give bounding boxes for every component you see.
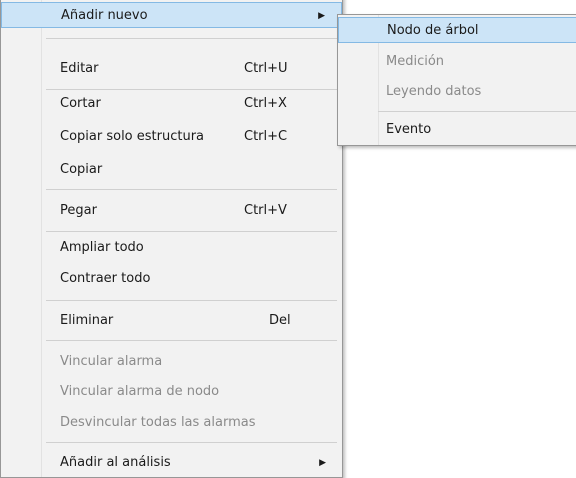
menu-item-collapse-all[interactable]: Contraer todo [1, 266, 342, 292]
menu-separator [46, 442, 337, 443]
menu-separator [46, 89, 337, 90]
menu-item-cut[interactable]: Cortar Ctrl+X [1, 91, 342, 117]
menu-item-copy-structure[interactable]: Copiar solo estructura Ctrl+C [1, 124, 342, 150]
menu-item-label: Ampliar todo [60, 240, 144, 255]
submenu-item-event[interactable]: Evento [338, 117, 576, 143]
menu-item-label: Cortar [60, 96, 101, 111]
submenu-arrow-icon: ▶ [318, 11, 325, 21]
menu-item-copy[interactable]: Copiar [1, 157, 342, 183]
submenu-item-reading-data[interactable]: Leyendo datos [338, 79, 576, 105]
menu-separator [46, 231, 337, 232]
menu-item-label: Medición [386, 54, 445, 69]
menu-item-label: Añadir al análisis [60, 455, 171, 470]
menu-item-paste[interactable]: Pegar Ctrl+V [1, 198, 342, 224]
menu-item-shortcut: Ctrl+U [244, 61, 288, 76]
menu-item-label: Eliminar [60, 313, 114, 328]
menu-item-label: Vincular alarma [60, 354, 163, 369]
menu-item-link-alarm[interactable]: Vincular alarma [1, 349, 342, 375]
menu-item-label: Pegar [60, 203, 97, 218]
submenu-item-measurement[interactable]: Medición [338, 49, 576, 75]
menu-item-label: Desvincular todas las alarmas [60, 415, 256, 430]
menu-item-label: Copiar [60, 162, 103, 177]
menu-item-add-new[interactable]: Añadir nuevo ▶ [1, 2, 342, 28]
submenu: Nodo de árbol Medición Leyendo datos Eve… [337, 14, 576, 146]
menu-item-shortcut: Ctrl+C [244, 129, 288, 144]
menu-item-expand-all[interactable]: Ampliar todo [1, 235, 342, 261]
menu-item-shortcut: Ctrl+X [244, 96, 287, 111]
menu-separator [46, 340, 337, 341]
submenu-item-tree-node[interactable]: Nodo de árbol [338, 17, 576, 43]
menu-separator [46, 300, 337, 301]
submenu-arrow-icon: ▶ [319, 458, 326, 468]
context-menu: Añadir nuevo ▶ Editar Ctrl+U Cortar Ctrl… [0, 0, 343, 478]
menu-item-label: Contraer todo [60, 271, 151, 286]
menu-separator [378, 111, 576, 112]
menu-item-label: Editar [60, 61, 99, 76]
menu-item-add-to-analysis[interactable]: Añadir al análisis ▶ [1, 450, 342, 476]
menu-item-link-node-alarm[interactable]: Vincular alarma de nodo [1, 379, 342, 405]
menu-item-label: Evento [386, 122, 432, 137]
menu-item-delete[interactable]: Eliminar Del [1, 308, 342, 334]
menu-item-label: Nodo de árbol [387, 23, 479, 38]
menu-item-label: Añadir nuevo [61, 8, 148, 23]
menu-separator [46, 189, 337, 190]
menu-item-edit[interactable]: Editar Ctrl+U [1, 56, 342, 82]
menu-item-shortcut: Ctrl+V [244, 203, 287, 218]
menu-item-label: Vincular alarma de nodo [60, 384, 220, 399]
menu-item-label: Leyendo datos [386, 84, 482, 99]
menu-item-label: Copiar solo estructura [60, 129, 205, 144]
menu-item-shortcut: Del [269, 313, 291, 328]
menu-separator [46, 38, 337, 39]
menu-item-unlink-all-alarms[interactable]: Desvincular todas las alarmas [1, 410, 342, 436]
